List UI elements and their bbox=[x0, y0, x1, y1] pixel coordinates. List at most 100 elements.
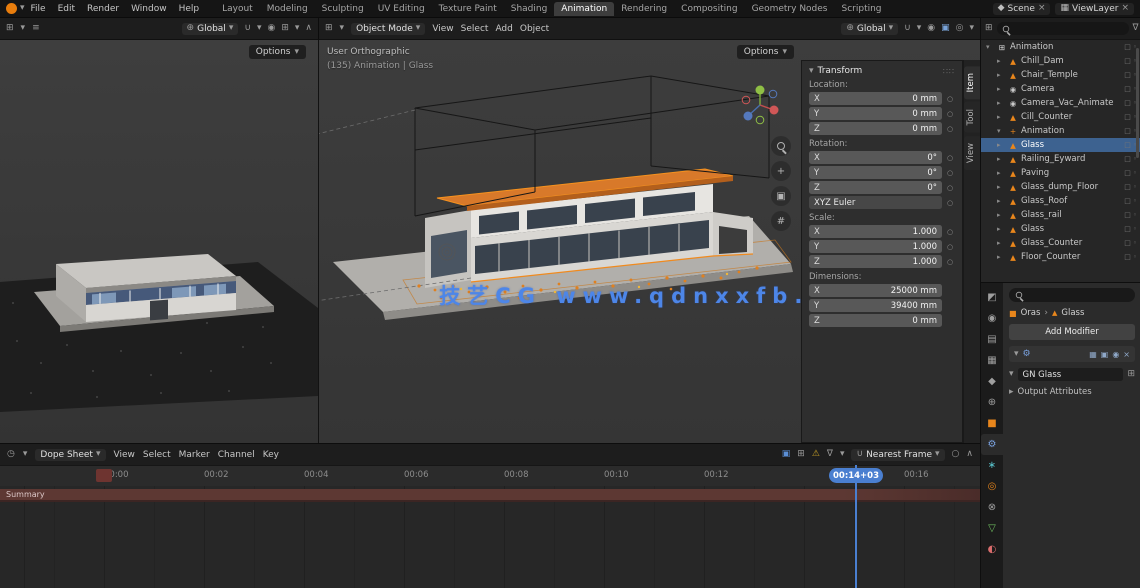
hide-viewport-icon[interactable]: □ bbox=[1124, 85, 1131, 93]
menu-view[interactable]: View bbox=[432, 24, 453, 34]
tab-view[interactable]: View bbox=[964, 136, 980, 170]
dimensions-z-field[interactable]: Z0 mm bbox=[809, 314, 942, 327]
dope-sheet-mode-select[interactable]: Dope Sheet ▾ bbox=[35, 449, 105, 461]
list-item[interactable]: ▸▲Chill_Dam□◦ bbox=[981, 54, 1140, 68]
collapse-icon[interactable]: ∧ bbox=[966, 450, 973, 459]
workspace-tab-rendering[interactable]: Rendering bbox=[614, 2, 674, 16]
chevron-down-icon[interactable]: ▾ bbox=[23, 450, 28, 459]
list-item-selected[interactable]: ▸▲Glass□◦ bbox=[981, 138, 1140, 152]
list-item[interactable]: ▸▲Glass_Roof□◦ bbox=[981, 194, 1140, 208]
output-attributes-section[interactable]: ▸ Output Attributes bbox=[1009, 387, 1135, 397]
menu-view[interactable]: View bbox=[114, 450, 135, 460]
menu-select[interactable]: Select bbox=[461, 24, 489, 34]
hide-viewport-icon[interactable]: □ bbox=[1124, 155, 1131, 163]
list-item[interactable]: ▸◉Camera□◦ bbox=[981, 82, 1140, 96]
workspace-tab-animation[interactable]: Animation bbox=[554, 2, 614, 16]
drag-grip-icon[interactable]: ∷∷ bbox=[943, 67, 955, 76]
hide-viewport-icon[interactable]: □ bbox=[1124, 225, 1131, 233]
rotation-y-field[interactable]: Y0° bbox=[809, 166, 942, 179]
menu-add[interactable]: Add bbox=[495, 24, 512, 34]
chevron-down-icon[interactable]: ▾ bbox=[917, 24, 922, 33]
physics-tab-icon[interactable]: ◎ bbox=[981, 476, 1003, 497]
location-y-field[interactable]: Y0 mm bbox=[809, 107, 942, 120]
hide-viewport-icon[interactable]: □ bbox=[1124, 169, 1131, 177]
left-3d-viewport[interactable]: Options ▾ bbox=[0, 40, 318, 443]
overlays-icon[interactable]: ⊞ bbox=[281, 24, 289, 33]
auto-snap-select[interactable]: ∪ Nearest Frame ▾ bbox=[851, 449, 944, 461]
tool-tab-icon[interactable]: ◩ bbox=[981, 287, 1003, 308]
decorator-icon[interactable]: ○ bbox=[945, 169, 955, 177]
options-dropdown[interactable]: Options ▾ bbox=[737, 45, 794, 59]
snap-magnet-icon[interactable]: ∪ bbox=[904, 24, 911, 33]
decorator-icon[interactable]: ○ bbox=[945, 228, 955, 236]
output-tab-icon[interactable]: ▤ bbox=[981, 329, 1003, 350]
xray-icon[interactable]: ◎ bbox=[956, 24, 964, 33]
chevron-down-icon[interactable]: ▾ bbox=[257, 24, 262, 33]
scale-x-field[interactable]: X1.000 bbox=[809, 225, 942, 238]
list-item[interactable]: ▸▲Chair_Temple□◦ bbox=[981, 68, 1140, 82]
workspace-tab-sculpting[interactable]: Sculpting bbox=[315, 2, 371, 16]
blender-logo-icon[interactable] bbox=[6, 3, 17, 14]
decorator-icon[interactable]: ○ bbox=[945, 125, 955, 133]
list-item[interactable]: ▸▲Glass_dump_Floor□◦ bbox=[981, 180, 1140, 194]
hide-viewport-icon[interactable]: □ bbox=[1124, 71, 1131, 79]
hide-viewport-icon[interactable]: □ bbox=[1124, 253, 1131, 261]
zoom-icon[interactable] bbox=[771, 136, 791, 156]
snap-magnet-icon[interactable]: ∪ bbox=[244, 24, 251, 33]
workspace-tab-scripting[interactable]: Scripting bbox=[835, 2, 889, 16]
decorator-icon[interactable]: ○ bbox=[945, 199, 955, 207]
workspace-tab-compositing[interactable]: Compositing bbox=[674, 2, 744, 16]
decorator-icon[interactable]: ○ bbox=[945, 110, 955, 118]
menu-edit[interactable]: Edit bbox=[52, 4, 81, 14]
search-input[interactable] bbox=[1027, 290, 1129, 300]
chevron-down-icon[interactable]: ▾ bbox=[1009, 370, 1014, 379]
workspace-tab-modeling[interactable]: Modeling bbox=[260, 2, 315, 16]
menu-help[interactable]: Help bbox=[173, 4, 206, 14]
mode-select[interactable]: Object Mode ▾ bbox=[351, 23, 425, 35]
proportional-editing-icon[interactable]: ◉ bbox=[267, 24, 275, 33]
overlay-grid-icon[interactable]: ⊞ bbox=[797, 450, 805, 459]
menu-channel[interactable]: Channel bbox=[218, 450, 255, 460]
show-edit-mode-icon[interactable]: ▦ bbox=[1089, 350, 1097, 359]
close-icon[interactable]: × bbox=[1038, 4, 1046, 13]
viewlayer-selector[interactable]: ▦ ViewLayer × bbox=[1055, 3, 1134, 15]
hide-viewport-icon[interactable]: □ bbox=[1124, 57, 1131, 65]
workspace-tab-shading[interactable]: Shading bbox=[504, 2, 555, 16]
options-dropdown[interactable]: Options ▾ bbox=[249, 45, 306, 59]
camera-view-icon[interactable]: ▣ bbox=[771, 186, 791, 206]
menu-render[interactable]: Render bbox=[81, 4, 125, 14]
orientation-select[interactable]: ⊕ Global ▾ bbox=[182, 23, 239, 35]
list-item[interactable]: ▸▲Railing_Eyward□◦ bbox=[981, 152, 1140, 166]
node-group-icon[interactable]: ⊞ bbox=[1127, 370, 1135, 379]
current-frame-badge[interactable]: 00:14+03 bbox=[829, 468, 883, 483]
dope-sheet-area[interactable]: Summary bbox=[0, 486, 980, 588]
chevron-down-icon[interactable]: ▾ bbox=[809, 67, 814, 76]
add-modifier-button[interactable]: Add Modifier bbox=[1009, 324, 1135, 340]
playhead-snap-icon[interactable]: ▣ bbox=[782, 450, 791, 459]
menu-key[interactable]: Key bbox=[263, 450, 279, 460]
hide-render-icon[interactable]: ◦ bbox=[1133, 169, 1137, 177]
list-item[interactable]: ▸▲Paving□◦ bbox=[981, 166, 1140, 180]
filter-icon[interactable]: ∇ bbox=[827, 450, 833, 459]
editor-type-icon[interactable]: ⊞ bbox=[6, 24, 14, 33]
ortho-toggle-icon[interactable]: # bbox=[771, 211, 791, 231]
modifier-header[interactable]: ▾ ⚙ ▦ ▣ ◉ × bbox=[1009, 346, 1135, 362]
chevron-down-icon[interactable]: ▾ bbox=[1014, 350, 1019, 359]
tab-tool[interactable]: Tool bbox=[964, 102, 980, 133]
dimensions-x-field[interactable]: X25000 mm bbox=[809, 284, 942, 297]
hide-render-icon[interactable]: ◦ bbox=[1133, 183, 1137, 191]
show-viewport-icon[interactable]: ▣ bbox=[1101, 350, 1109, 359]
hide-viewport-icon[interactable]: □ bbox=[1124, 183, 1131, 191]
menu-file[interactable]: File bbox=[25, 4, 52, 14]
breadcrumb-object[interactable]: Glass bbox=[1061, 308, 1084, 318]
chevron-down-icon[interactable]: ▾ bbox=[340, 24, 345, 33]
breadcrumb-scene[interactable]: Oras bbox=[1021, 308, 1041, 318]
hide-render-icon[interactable]: ◦ bbox=[1133, 239, 1137, 247]
tab-item[interactable]: Item bbox=[964, 66, 980, 99]
hide-viewport-icon[interactable]: □ bbox=[1124, 113, 1131, 121]
editor-type-icon[interactable]: ⊞ bbox=[325, 24, 333, 33]
object-tab-icon[interactable]: ■ bbox=[981, 413, 1003, 434]
menu-select[interactable]: Select bbox=[143, 450, 171, 460]
scrollbar[interactable] bbox=[1136, 48, 1139, 158]
decorator-icon[interactable]: ○ bbox=[945, 95, 955, 103]
